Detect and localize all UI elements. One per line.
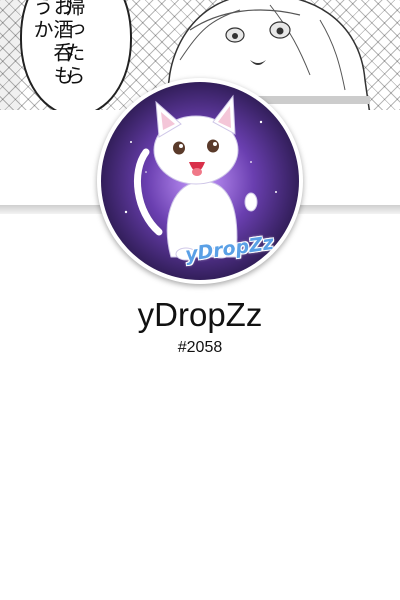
banner-shade — [0, 0, 20, 110]
avatar-image: yDropZz — [101, 82, 299, 280]
username: yDropZz — [137, 296, 263, 333]
user-discriminator: #2058 — [177, 339, 223, 356]
avatar[interactable]: yDropZz — [97, 78, 303, 284]
manga-text-line-2: お酒呑もうか — [30, 0, 74, 88]
